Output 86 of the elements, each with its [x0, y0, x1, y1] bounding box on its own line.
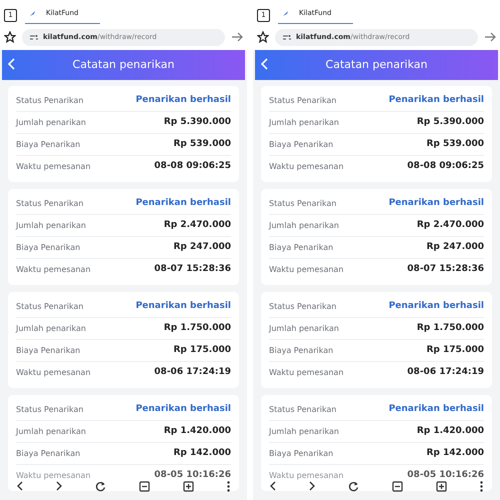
arrow-right-icon[interactable] — [484, 32, 496, 42]
field-label: Biaya Penarikan — [16, 448, 80, 460]
field-label: Jumlah penarikan — [16, 426, 86, 438]
zoom-in-icon[interactable] — [436, 480, 448, 492]
field-label: Waktu pemesanan — [269, 161, 344, 173]
arrow-right-icon[interactable] — [231, 32, 243, 42]
field-label: Jumlah penarikan — [269, 426, 339, 438]
field-value: 08-05 10:16:26 — [407, 469, 484, 482]
field-value: Rp 1.750.000 — [416, 322, 484, 335]
field-value: 08-06 17:24:19 — [407, 366, 484, 380]
field-value: Rp 539.000 — [426, 138, 484, 151]
field-label: Jumlah penarikan — [16, 220, 86, 232]
field-value: 08-07 15:28:36 — [407, 263, 484, 276]
field-label: Biaya Penarikan — [269, 448, 334, 460]
field-value: Rp 5.390.000 — [164, 116, 231, 129]
field-label: Jumlah penarikan — [269, 322, 339, 334]
field-value: Rp 1.750.000 — [164, 322, 231, 335]
site-settings-icon — [283, 34, 291, 40]
zoom-in-icon[interactable] — [183, 480, 194, 492]
zoom-out-icon[interactable] — [139, 480, 150, 492]
field-label: Status Penarikan — [269, 404, 336, 416]
field-value: 08-06 17:24:19 — [154, 366, 231, 380]
reload-icon[interactable] — [348, 480, 359, 492]
field-value: Rp 142.000 — [174, 446, 231, 460]
field-label: Jumlah penarikan — [269, 116, 339, 128]
field-value: Rp 1.420.000 — [416, 424, 484, 438]
field-value: 08-05 10:16:26 — [154, 469, 231, 482]
more-icon[interactable] — [480, 480, 484, 492]
status-text: Penarikan berhasil — [388, 196, 484, 210]
back-icon[interactable] — [270, 481, 276, 491]
site-settings-icon — [30, 34, 38, 40]
reload-icon[interactable] — [94, 480, 106, 492]
field-label: Status Penarikan — [16, 404, 84, 416]
status-text: Penarikan berhasil — [388, 94, 484, 107]
field-value: Rp 539.000 — [174, 138, 231, 151]
field-label: Waktu pemesanan — [269, 367, 344, 379]
field-label: Status Penarikan — [16, 94, 84, 106]
field-value: 08-07 15:28:36 — [154, 263, 231, 276]
field-value: Rp 2.470.000 — [416, 218, 484, 232]
page-title: Catatan penarikan — [326, 56, 428, 73]
field-value: Rp 247.000 — [426, 240, 484, 254]
star-icon[interactable] — [257, 31, 269, 43]
field-label: Biaya Penarikan — [16, 344, 80, 356]
field-label: Status Penarikan — [269, 300, 336, 312]
status-text: Penarikan berhasil — [136, 402, 231, 416]
field-value: 08-08 09:06:25 — [154, 160, 231, 174]
forward-icon[interactable] — [308, 481, 315, 491]
field-value: Rp 5.390.000 — [416, 116, 484, 129]
zoom-out-icon[interactable] — [392, 480, 404, 492]
field-label: Status Penarikan — [16, 300, 84, 312]
favicon-icon — [282, 10, 289, 16]
field-label: Waktu pemesanan — [16, 470, 91, 482]
status-text: Penarikan berhasil — [388, 300, 484, 313]
field-label: Status Penarikan — [269, 198, 336, 210]
field-value: Rp 175.000 — [174, 344, 231, 357]
field-label: Biaya Penarikan — [269, 242, 334, 254]
field-label: Status Penarikan — [16, 198, 84, 210]
field-value: Rp 142.000 — [426, 446, 484, 460]
field-value: 08-08 09:06:25 — [407, 160, 484, 174]
field-label: Biaya Penarikan — [269, 344, 334, 356]
page-title: Catatan penarikan — [72, 56, 174, 73]
star-icon[interactable] — [4, 31, 16, 43]
field-label: Waktu pemesanan — [16, 367, 91, 379]
field-label: Biaya Penarikan — [16, 242, 80, 254]
field-label: Biaya Penarikan — [269, 138, 334, 150]
field-label: Status Penarikan — [269, 94, 336, 106]
field-label: Waktu pemesanan — [16, 264, 91, 276]
favicon-icon — [29, 10, 36, 16]
status-text: Penarikan berhasil — [136, 300, 231, 313]
back-icon[interactable] — [16, 481, 23, 491]
field-label: Jumlah penarikan — [16, 322, 86, 334]
field-label: Jumlah penarikan — [16, 116, 86, 128]
more-icon[interactable] — [227, 480, 230, 492]
field-label: Waktu pemesanan — [16, 161, 91, 173]
forward-icon[interactable] — [56, 481, 62, 491]
status-text: Penarikan berhasil — [388, 402, 484, 416]
status-text: Penarikan berhasil — [136, 196, 231, 210]
field-value: Rp 175.000 — [426, 344, 484, 357]
status-text: Penarikan berhasil — [136, 94, 231, 107]
field-label: Jumlah penarikan — [269, 220, 339, 232]
field-label: Waktu pemesanan — [269, 264, 344, 276]
field-value: Rp 247.000 — [174, 240, 231, 254]
field-label: Waktu pemesanan — [269, 470, 344, 482]
field-value: Rp 2.470.000 — [164, 218, 231, 232]
field-label: Biaya Penarikan — [16, 138, 80, 150]
field-value: Rp 1.420.000 — [164, 424, 231, 438]
